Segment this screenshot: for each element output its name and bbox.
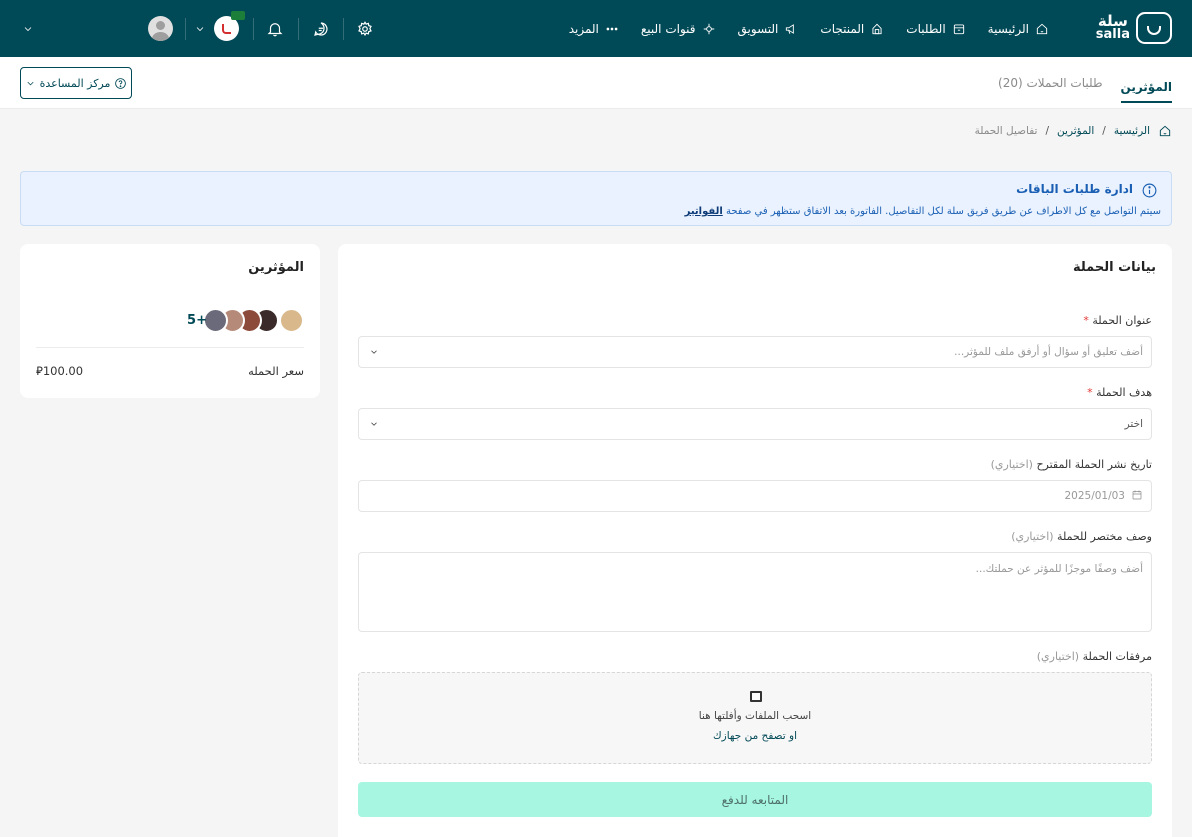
browse-files-link[interactable]: او تصفح من جهازك [359,730,1151,742]
invoices-link[interactable]: الفواتير [685,206,723,217]
nav-item-sales-channels[interactable]: قنوات البيع [641,22,716,36]
chevron-down-icon [196,26,204,31]
influencer-avatar[interactable] [279,308,304,333]
image-icon [750,691,762,702]
description-label: وصف مختصر للحملة (اختياري) [1011,530,1152,543]
help-circle-icon [115,77,127,89]
salla-logo-icon [1136,12,1172,44]
megaphone-icon [786,23,795,34]
alert-message: سيتم التواصل مع كل الاطراف عن طريق فريق … [725,206,1161,217]
sub-header: المؤثرين طلبات الحملات (20) مركز المساعد… [0,57,1192,109]
description-placeholder: أضف وصفًا موجزًا للمؤثر عن حملتك... [975,563,1143,575]
info-icon [1142,183,1157,198]
campaign-title-placeholder: أضف تعليق أو سؤال أو أرفق ملف للمؤثر... [954,346,1143,358]
tabs-bar: المؤثرين طلبات الحملات (20) [998,57,1172,109]
store-dropdown-toggle[interactable] [192,23,208,35]
publish-date-input[interactable]: 2025/01/03 [358,480,1152,512]
logo-text-en: salla [1095,27,1130,42]
influencer-avatars: +5 [187,308,304,333]
notifications-button[interactable] [266,20,284,38]
chevron-down-icon [27,81,34,85]
home-icon [1159,125,1171,137]
user-avatar[interactable] [148,16,173,41]
main-nav-menu: الرئيسية الطلبات المنتجات التسويق قنوات … [569,0,1049,57]
chat-icon [314,21,328,36]
campaign-title-label: عنوان الحملة * [1083,314,1152,327]
breadcrumb-current: تفاصيل الحملة [974,125,1038,137]
alert-title: ادارة طلبات الباقات [1016,182,1133,196]
tab-influencers[interactable]: المؤثرين [1120,73,1172,103]
publish-date-value: 2025/01/03 [1064,490,1125,502]
store-mark-icon [222,24,231,34]
more-dots-icon [606,27,618,30]
settings-button[interactable] [356,20,374,38]
breadcrumb-separator: / [1102,125,1106,137]
home-icon [1036,23,1048,34]
campaign-price-value: ⃁100.00 [36,364,84,378]
calendar-icon [1132,490,1142,499]
products-icon [872,23,882,34]
nav-item-home[interactable]: الرئيسية [988,22,1049,36]
saudi-flag-icon [231,11,245,20]
orders-icon [953,23,964,34]
bell-icon [267,22,283,36]
description-textarea[interactable]: أضف وصفًا موجزًا للمؤثر عن حملتك... [358,552,1152,632]
help-center-label: مركز المساعدة [39,76,111,90]
gear-icon [358,20,372,36]
channels-icon [703,23,714,34]
breadcrumb: الرئيسية / المؤثرين / تفاصيل الحملة [975,124,1172,138]
nav-item-products[interactable]: المنتجات [820,22,884,36]
campaign-title-select[interactable]: أضف تعليق أو سؤال أو أرفق ملف للمؤثر... [358,336,1152,368]
form-title: بيانات الحملة [1072,260,1156,275]
nav-utilities [20,0,374,57]
dropzone-drag-text: اسحب الملفات وأفلتها هنا [698,710,812,722]
tab-campaign-requests[interactable]: طلبات الحملات (20) [998,57,1103,109]
publish-date-label: تاريخ نشر الحملة المقترح (اختياري) [990,458,1152,471]
nav-divider [343,17,344,40]
campaign-goal-label: هدف الحملة * [1087,386,1152,399]
messages-button[interactable] [312,20,330,38]
nav-item-marketing[interactable]: التسويق [738,22,799,36]
alert-text: سيتم التواصل مع كل الاطراف عن طريق فريق … [685,206,1161,217]
breadcrumb-separator: / [1045,125,1050,137]
breadcrumb-home[interactable]: الرئيسية [1114,125,1150,137]
campaign-price-label: سعر الحمله [248,364,304,378]
more-influencers-count[interactable]: +5 [187,313,207,328]
attachments-label: مرفقات الحملة (اختياري) [1036,650,1152,663]
continue-to-payment-button[interactable]: المتابعه للدفع [358,782,1152,817]
chevron-down-icon [371,422,377,426]
campaign-goal-select[interactable]: اختر [358,408,1152,440]
nav-divider [253,17,254,40]
nav-divider [185,17,186,40]
attachments-dropzone[interactable]: اسحب الملفات وأفلتها هنا او تصفح من جهاز… [358,672,1152,764]
salla-logo[interactable]: سلة salla [1096,12,1172,44]
chevron-down-icon [24,26,32,31]
top-navbar: سلة salla الرئيسية الطلبات المنتجات التس… [0,0,1192,57]
nav-item-orders[interactable]: الطلبات [906,22,965,36]
help-center-button[interactable]: مركز المساعدة [20,67,132,99]
chevron-down-icon [371,350,377,354]
divider [36,347,304,348]
account-dropdown-toggle[interactable] [20,23,36,35]
campaign-form-card: بيانات الحملة عنوان الحملة * أضف تعليق أ… [338,244,1172,837]
influencers-title: المؤثرين [248,260,304,275]
info-alert: ادارة طلبات الباقات سيتم التواصل مع كل ا… [20,171,1172,226]
breadcrumb-influencers[interactable]: المؤثرين [1057,125,1094,137]
nav-divider [298,17,299,40]
nav-item-more[interactable]: المزيد [569,22,619,36]
influencers-card: المؤثرين +5 سعر الحمله ⃁100.00 [20,244,320,398]
campaign-goal-value: اختر [1124,418,1143,430]
store-logo[interactable] [214,11,245,41]
